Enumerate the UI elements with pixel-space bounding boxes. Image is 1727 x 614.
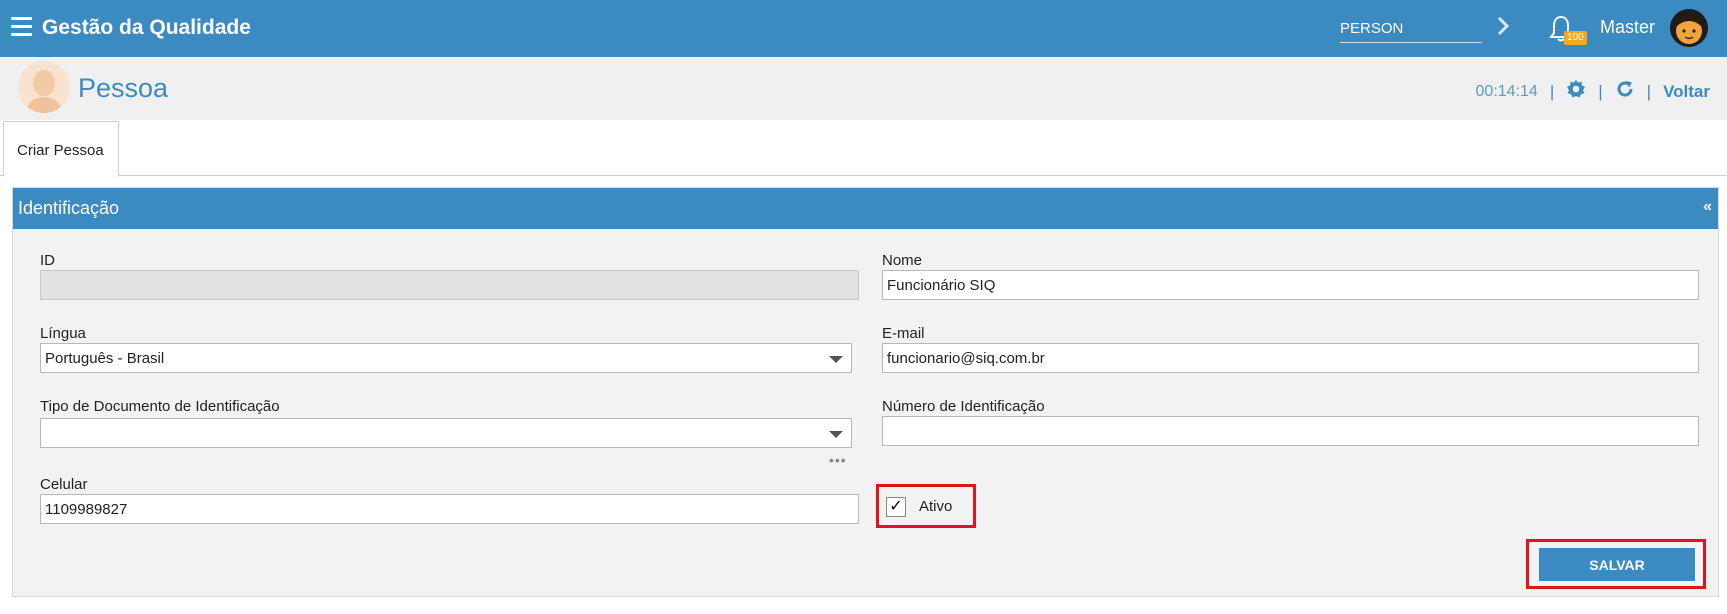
save-highlight: SALVAR	[1526, 539, 1706, 589]
search-box[interactable]	[1340, 14, 1482, 43]
page-header: Pessoa 00:14:14 | | | Voltar	[0, 57, 1727, 120]
chevron-down-icon[interactable]	[829, 356, 843, 363]
id-label: ID	[40, 252, 55, 269]
ativo-highlight: ✓ Ativo	[876, 484, 976, 528]
session-timer: 00:14:14	[1475, 82, 1538, 100]
top-bar: Gestão da Qualidade 100 Master	[0, 0, 1727, 57]
email-field[interactable]: funcionario@siq.com.br	[882, 343, 1699, 373]
search-input[interactable]	[1340, 14, 1482, 42]
save-button[interactable]: SALVAR	[1539, 548, 1695, 581]
header-toolbar: 00:14:14 | | | Voltar	[1476, 79, 1710, 104]
hamburger-menu-icon[interactable]	[11, 17, 32, 37]
lingua-select-value: Português - Brasil	[45, 350, 165, 367]
collapse-icon[interactable]: «	[1703, 198, 1712, 216]
numero-identificacao-label: Número de Identificação	[882, 398, 1045, 415]
chevron-down-icon[interactable]	[829, 431, 843, 438]
more-options-icon[interactable]: •••	[829, 452, 847, 468]
notification-badge: 100	[1564, 31, 1587, 45]
page-title: Pessoa	[78, 73, 169, 103]
nome-label: Nome	[882, 252, 923, 269]
tab-bar: Criar Pessoa	[0, 120, 1727, 177]
person-avatar-icon	[18, 61, 70, 113]
identification-panel: Identificação «	[12, 187, 1719, 597]
user-avatar[interactable]	[1670, 9, 1708, 47]
celular-field[interactable]: 1109989827	[40, 494, 859, 524]
email-label: E-mail	[882, 325, 925, 342]
app-title: Gestão da Qualidade	[42, 16, 251, 39]
user-name[interactable]: Master	[1600, 17, 1655, 38]
panel-header[interactable]: Identificação «	[13, 188, 1718, 229]
id-field	[40, 270, 859, 300]
chevron-right-icon[interactable]	[1493, 14, 1513, 38]
lingua-label: Língua	[40, 325, 86, 342]
numero-identificacao-field[interactable]	[882, 416, 1699, 446]
divider: |	[1598, 81, 1603, 101]
lingua-select[interactable]: Português - Brasil	[40, 343, 852, 373]
gear-icon[interactable]	[1566, 79, 1586, 104]
panel-title: Identificação	[18, 198, 120, 218]
ativo-label[interactable]: Ativo	[919, 498, 952, 515]
refresh-icon[interactable]	[1615, 79, 1635, 104]
tipo-documento-label: Tipo de Documento de Identificação	[40, 398, 280, 415]
nome-field[interactable]: Funcionário SIQ	[882, 270, 1699, 300]
ativo-checkbox[interactable]: ✓	[886, 497, 906, 517]
back-link[interactable]: Voltar	[1663, 82, 1710, 102]
tipo-documento-select[interactable]	[40, 418, 852, 448]
divider: |	[1549, 81, 1555, 101]
tab-criar-pessoa[interactable]: Criar Pessoa	[3, 121, 119, 177]
divider: |	[1646, 81, 1652, 101]
celular-label: Celular	[40, 476, 88, 493]
